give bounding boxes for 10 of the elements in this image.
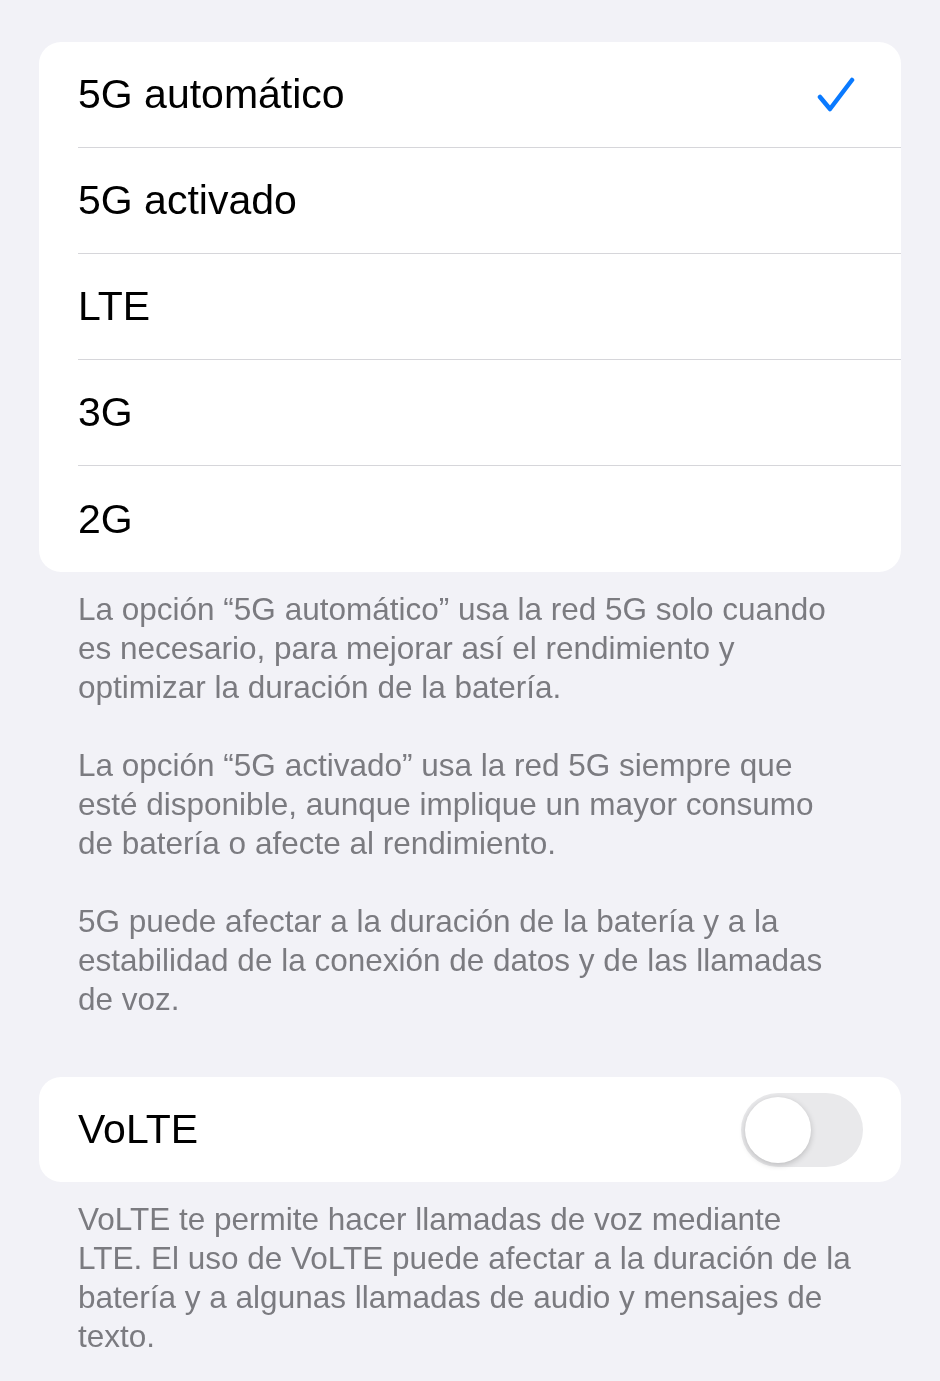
network-option[interactable]: 5G activado	[78, 148, 901, 254]
network-option[interactable]: LTE	[78, 254, 901, 360]
volte-label: VoLTE	[78, 1106, 199, 1153]
footer-text: La opción “5G activado” usa la red 5G siempre que esté disponible, aunque implique un mayor consumo de batería o afecte al rendimiento.	[78, 746, 815, 863]
network-option[interactable]: 3G	[78, 360, 901, 466]
footer-text: VoLTE te permite hacer llamadas de voz mediante LTE. El uso de VoLTE puede afectar a la duración de la batería y a algunas llamadas de audio y mensajes de texto.	[78, 1200, 851, 1356]
network-option[interactable]: 5G automático	[78, 42, 901, 148]
footer-text: La opción “5G automático” usa la red 5G solo cuando es necesario, para mejorar así el rendimiento y optimizar la duración de la batería.	[78, 590, 827, 707]
network-option[interactable]: 2G	[78, 466, 901, 572]
footer-text: 5G puede afectar a la duración de la batería y a la estabilidad de la conexión de datos y de las llamadas de voz.	[78, 902, 824, 1019]
